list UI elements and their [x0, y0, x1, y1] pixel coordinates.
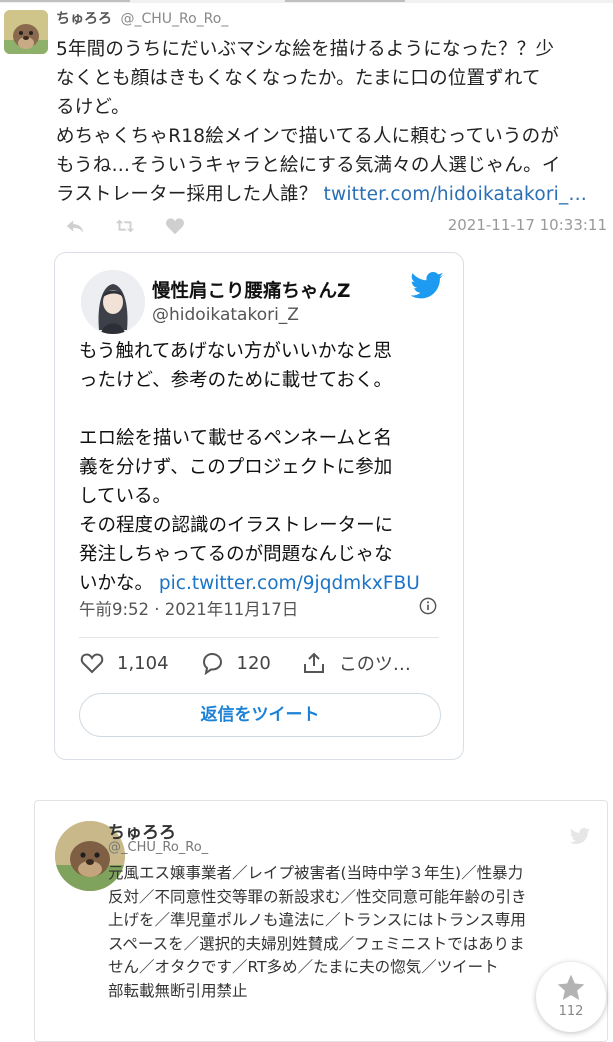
embed-line: 義を分けず、このプロジェクトに参加 [79, 457, 393, 478]
top-divider [0, 0, 613, 3]
retweet-icon[interactable] [114, 215, 136, 237]
like-icon[interactable] [164, 215, 186, 237]
embed-media-link[interactable]: pic.twitter.com/9jqdmkxFBU [159, 573, 420, 594]
embed-handle[interactable]: @hidoikatakori_Z [152, 305, 299, 325]
favorite-count: 112 [558, 1004, 584, 1019]
tweet-line: めちゃくちゃR18絵メインで描いてる人に頼むっていうのが [56, 126, 560, 147]
embed-stats: 1,104 120 このツ… [79, 650, 441, 676]
user-handle[interactable]: @_CHU_Ro_Ro_ [120, 11, 228, 27]
embed-line-text: いかな。 [79, 573, 154, 594]
reply-icon[interactable] [64, 215, 86, 237]
embed-divider [79, 637, 439, 638]
reply-stat[interactable]: 120 [199, 651, 271, 675]
embedded-tweet-card[interactable]: 慢性肩こり腰痛ちゃんZ @hidoikatakori_Z もう触れてあげない方が… [54, 252, 464, 760]
star-icon [557, 974, 585, 1000]
tweet-line: 5年間のうちにだいぶマシな絵を描けるようになった？？少 [56, 39, 555, 60]
display-name[interactable]: ちゅろろ [56, 11, 112, 27]
tweet-line: るけど。 [56, 97, 130, 118]
embed-display-name[interactable]: 慢性肩こり腰痛ちゃんZ [152, 277, 350, 303]
heart-icon [80, 653, 104, 674]
embed-line: 発注しちゃってるのが問題なんじゃな [79, 544, 393, 565]
embed-line: その程度の認識のイラストレーターに [79, 515, 394, 536]
tweet-line-text: ラストレーター採用した人誰？ [56, 184, 318, 205]
like-count: 1,104 [117, 652, 169, 674]
tweet-actions [64, 215, 186, 237]
tweet-header: ちゅろろ @_CHU_Ro_Ro_ [56, 8, 228, 28]
bio-line: 反対／不同意性交等罪の新設求む／性交同意可能年齢の引き [108, 887, 527, 906]
share-icon [303, 652, 324, 673]
profile-card: ちゅろろ @_CHU_Ro_Ro_ 元風エス嬢事業者／レイプ被害者(当時中学３年… [34, 800, 608, 1042]
embed-line: している。 [79, 486, 171, 507]
reply-tweet-button[interactable]: 返信をツイート [79, 693, 441, 737]
embed-line: ったけど、参考のために載せておく。 [79, 370, 393, 391]
embed-line [79, 395, 459, 424]
embed-avatar[interactable] [81, 270, 145, 334]
bio-line: スペースを／選択的夫婦別姓賛成／フェミニストではありま [108, 934, 525, 953]
comment-icon [202, 652, 222, 675]
embed-line: エロ絵を描いて載せるペンネームと名 [79, 428, 393, 449]
twitter-bird-icon[interactable] [409, 271, 445, 303]
tweet-line: ラストレーター採用した人誰？ twitter.com/hidoikatakori… [56, 180, 609, 209]
embed-line: もう触れてあげない方がいいかなと思 [79, 341, 392, 362]
bio-line: 上げを／準児童ポルノも違法に／トランスにはトランス専用 [108, 911, 526, 929]
embed-text: もう触れてあげない方がいいかなと思 ったけど、参考のために載せておく。 エロ絵を… [79, 337, 459, 598]
bio-line: 部転載無断引用禁止 [108, 981, 248, 1000]
tweet-link[interactable]: twitter.com/hidoikatakori_… [324, 184, 588, 205]
embed-line: いかな。 pic.twitter.com/9jqdmkxFBU [79, 569, 459, 598]
bio-line: 元風エス嬢事業者／レイプ被害者(当時中学３年生)／性暴力 [108, 864, 524, 882]
info-icon[interactable] [419, 597, 437, 615]
tweet-line: なくとも顔はきもくなくなったか。たまに口の位置ずれて [56, 68, 541, 89]
tweet-timestamp: 2021-11-17 10:33:11 [447, 216, 607, 234]
tweet-text: 5年間のうちにだいぶマシな絵を描けるようになった？？少 なくとも顔はきもくなくな… [56, 35, 609, 209]
bio-line: せん／オタクです／RT多め／たまに夫の惚気／ツイート [108, 958, 499, 976]
tweet-line: もうね…そういうキャラと絵にする気満々の人選じゃん。イ [56, 155, 561, 176]
share-label: このツ… [338, 654, 411, 675]
twitter-bird-icon [569, 827, 591, 844]
user-avatar[interactable] [4, 10, 48, 54]
embed-date[interactable]: 午前9:52 · 2021年11月17日 [79, 596, 298, 620]
profile-handle[interactable]: @_CHU_Ro_Ro_ [108, 840, 208, 855]
share-stat[interactable]: このツ… [301, 650, 411, 676]
like-stat[interactable]: 1,104 [79, 651, 169, 675]
favorite-button[interactable]: 112 [536, 962, 606, 1032]
profile-bio: 元風エス嬢事業者／レイプ被害者(当時中学３年生)／性暴力 反対／不同意性交等罪の… [108, 862, 603, 1003]
reply-count: 120 [236, 652, 271, 674]
